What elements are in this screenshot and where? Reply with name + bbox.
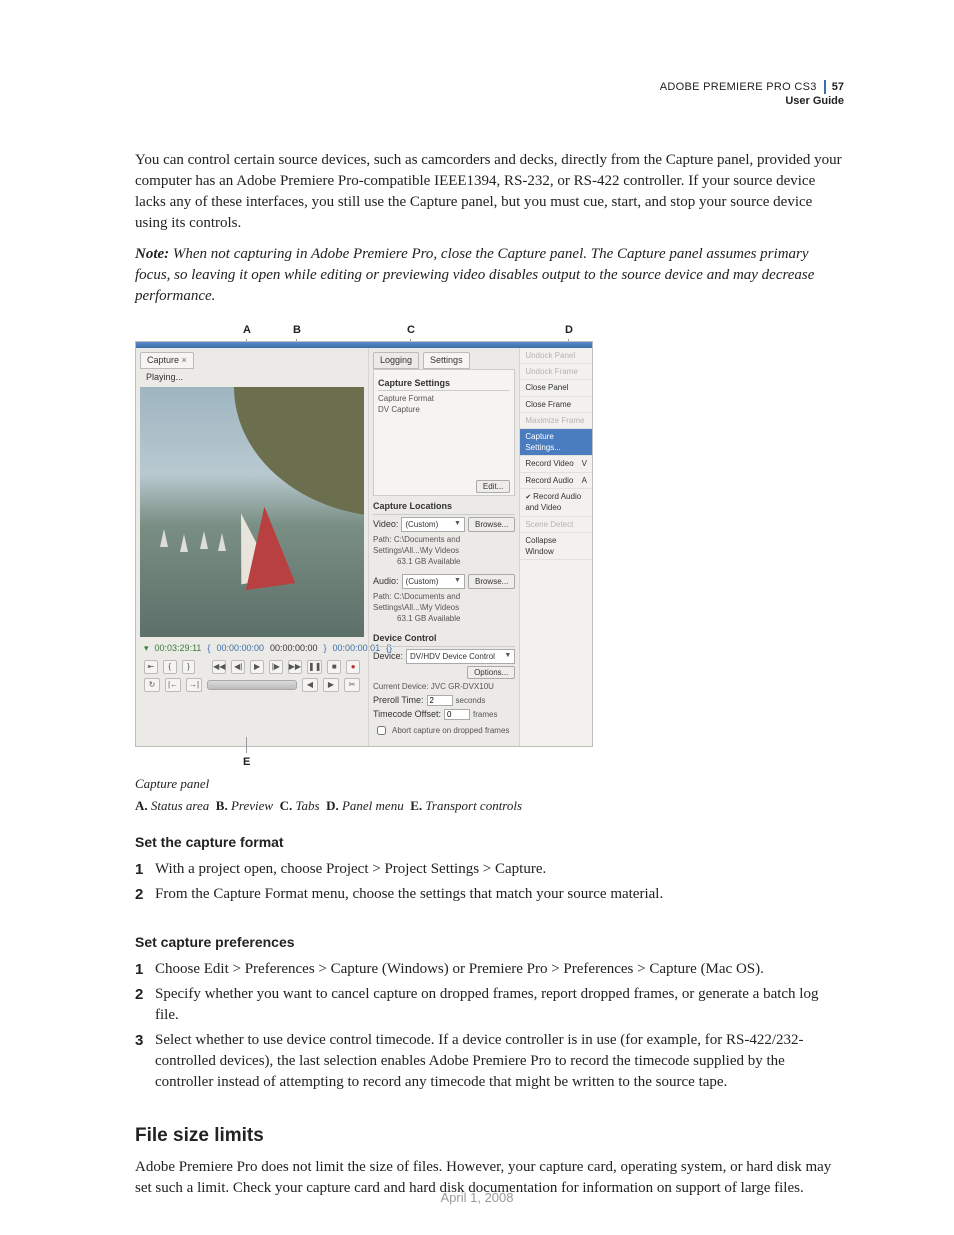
figure-caption: Capture panel [135, 775, 844, 793]
btn-stop[interactable]: ■ [327, 660, 341, 674]
capture-format-value: DV Capture [378, 404, 510, 415]
prefs-step-2: 2Specify whether you want to cancel capt… [135, 984, 844, 1026]
preroll-unit: seconds [456, 695, 486, 706]
menu-record-video[interactable]: Record VideoV [520, 456, 592, 472]
audio-browse-button[interactable]: Browse... [468, 574, 515, 589]
transport-controls-row2: ↻ |← →| ◀ ▶ ✂ [140, 676, 364, 694]
btn-scene-detect-icon[interactable]: ✂ [344, 678, 360, 692]
page-header: ADOBE PREMIERE PRO CS3 57 User Guide [660, 80, 844, 109]
tab-capture[interactable]: Capture [140, 352, 194, 369]
video-label: Video: [373, 518, 398, 531]
btn-prev-scene[interactable]: ⇤ [144, 660, 158, 674]
tcoffset-unit: frames [473, 709, 497, 720]
callout-D: D [565, 323, 573, 338]
menu-record-av[interactable]: Record Audio and Video [520, 489, 592, 517]
btn-jog-back[interactable]: ◀ [302, 678, 318, 692]
tc-in: 00:00:00:00 [216, 642, 264, 655]
timecode-row: ▾ 00:03:29:11 { 00:00:00:00 00:00:00:00 … [140, 639, 364, 658]
btn-step-back[interactable]: ◀| [231, 660, 245, 674]
preview-monitor [140, 387, 364, 637]
tc-current: 00:03:29:11 [155, 642, 202, 655]
status-text: Playing... [140, 369, 364, 386]
heading-file-size: File size limits [135, 1123, 844, 1150]
shuttle-slider[interactable] [207, 680, 297, 690]
device-label: Device: [373, 650, 403, 663]
note-text: When not capturing in Adobe Premiere Pro… [135, 246, 814, 304]
btn-rewind[interactable]: ◀◀ [212, 660, 226, 674]
menu-scene-detect[interactable]: Scene Detect [520, 517, 592, 533]
options-button[interactable]: Options... [467, 666, 515, 679]
page-number: 57 [824, 80, 844, 94]
edit-button[interactable]: Edit... [476, 480, 510, 493]
video-browse-button[interactable]: Browse... [468, 517, 515, 532]
video-available: 63.1 GB Available [397, 556, 515, 567]
btn-step-fwd[interactable]: |▶ [269, 660, 283, 674]
prefs-step-3: 3Select whether to use device control ti… [135, 1030, 844, 1093]
device-control-header: Device Control [373, 632, 515, 647]
tab-logging[interactable]: Logging [373, 352, 419, 369]
btn-jog-fwd[interactable]: ▶ [323, 678, 339, 692]
tc-dur: 00:00:00:00 [270, 642, 318, 655]
capture-format-label: Capture Format [378, 393, 510, 404]
audio-path-text: Path: C:\Documents and Settings\All...\M… [373, 591, 515, 613]
preroll-input[interactable] [427, 695, 453, 706]
format-step-2: 2From the Capture Format menu, choose th… [135, 884, 844, 905]
btn-loop[interactable]: ↻ [144, 678, 160, 692]
callouts-bottom: E [135, 747, 591, 767]
prefs-step-1: 1Choose Edit > Preferences > Capture (Wi… [135, 959, 844, 980]
callout-E: E [243, 755, 250, 770]
abort-checkbox[interactable] [377, 726, 386, 735]
guide-label: User Guide [785, 95, 844, 107]
menu-capture-settings[interactable]: Capture Settings... [520, 429, 592, 456]
tcoffset-input[interactable] [444, 709, 470, 720]
audio-label: Audio: [373, 575, 399, 588]
current-device-text: Current Device: JVC GR-DVX10U [373, 681, 515, 692]
audio-path-dropdown[interactable]: (Custom) [402, 574, 465, 589]
format-step-1: 1With a project open, choose Project > P… [135, 859, 844, 880]
capture-locations-header: Capture Locations [373, 500, 515, 515]
panel-menu: Undock Panel Undock Frame Close Panel Cl… [519, 348, 592, 746]
figure-legend: A. Status area B. Preview C. Tabs D. Pan… [135, 797, 844, 815]
video-path-dropdown[interactable]: (Custom) [401, 517, 465, 532]
menu-collapse[interactable]: Collapse Window [520, 533, 592, 560]
menu-undock-panel[interactable]: Undock Panel [520, 348, 592, 364]
tab-settings[interactable]: Settings [423, 352, 470, 369]
video-path-text: Path: C:\Documents and Settings\All...\M… [373, 534, 515, 556]
menu-undock-frame[interactable]: Undock Frame [520, 364, 592, 380]
btn-goto-out[interactable]: →| [186, 678, 202, 692]
product-name: ADOBE PREMIERE PRO CS3 [660, 81, 817, 93]
subhead-set-prefs: Set capture preferences [135, 933, 844, 953]
callout-B: B [293, 323, 301, 338]
audio-available: 63.1 GB Available [397, 613, 515, 624]
menu-record-audio[interactable]: Record AudioA [520, 473, 592, 489]
transport-controls-row1: ⇤ { } ◀◀ ◀| ▶ |▶ ▶▶ ❚❚ ■ ● [140, 658, 364, 676]
subhead-set-format: Set the capture format [135, 833, 844, 853]
callouts-top: A B C D [135, 323, 591, 341]
menu-close-panel[interactable]: Close Panel [520, 380, 592, 396]
note-paragraph: Note: When not capturing in Adobe Premie… [135, 244, 844, 307]
btn-pause[interactable]: ❚❚ [307, 660, 322, 674]
footer-date: April 1, 2008 [0, 1190, 954, 1205]
intro-paragraph: You can control certain source devices, … [135, 150, 844, 234]
note-label: Note: [135, 246, 169, 262]
tcoffset-label: Timecode Offset: [373, 708, 441, 721]
callout-C: C [407, 323, 415, 338]
btn-ffwd[interactable]: ▶▶ [288, 660, 302, 674]
btn-play[interactable]: ▶ [250, 660, 264, 674]
btn-set-in[interactable]: { [163, 660, 177, 674]
menu-close-frame[interactable]: Close Frame [520, 397, 592, 413]
preroll-label: Preroll Time: [373, 694, 424, 707]
btn-record[interactable]: ● [346, 660, 360, 674]
btn-goto-in[interactable]: |← [165, 678, 181, 692]
capture-panel-screenshot: Capture Playing... [135, 341, 593, 747]
capture-settings-header: Capture Settings [378, 377, 510, 392]
menu-maximize[interactable]: Maximize Frame [520, 413, 592, 429]
device-dropdown[interactable]: DV/HDV Device Control [406, 649, 515, 664]
abort-label: Abort capture on dropped frames [392, 725, 509, 736]
btn-set-out[interactable]: } [182, 660, 196, 674]
figure-capture-panel: A B C D Capture Playing... [135, 323, 844, 815]
callout-A: A [243, 323, 251, 338]
